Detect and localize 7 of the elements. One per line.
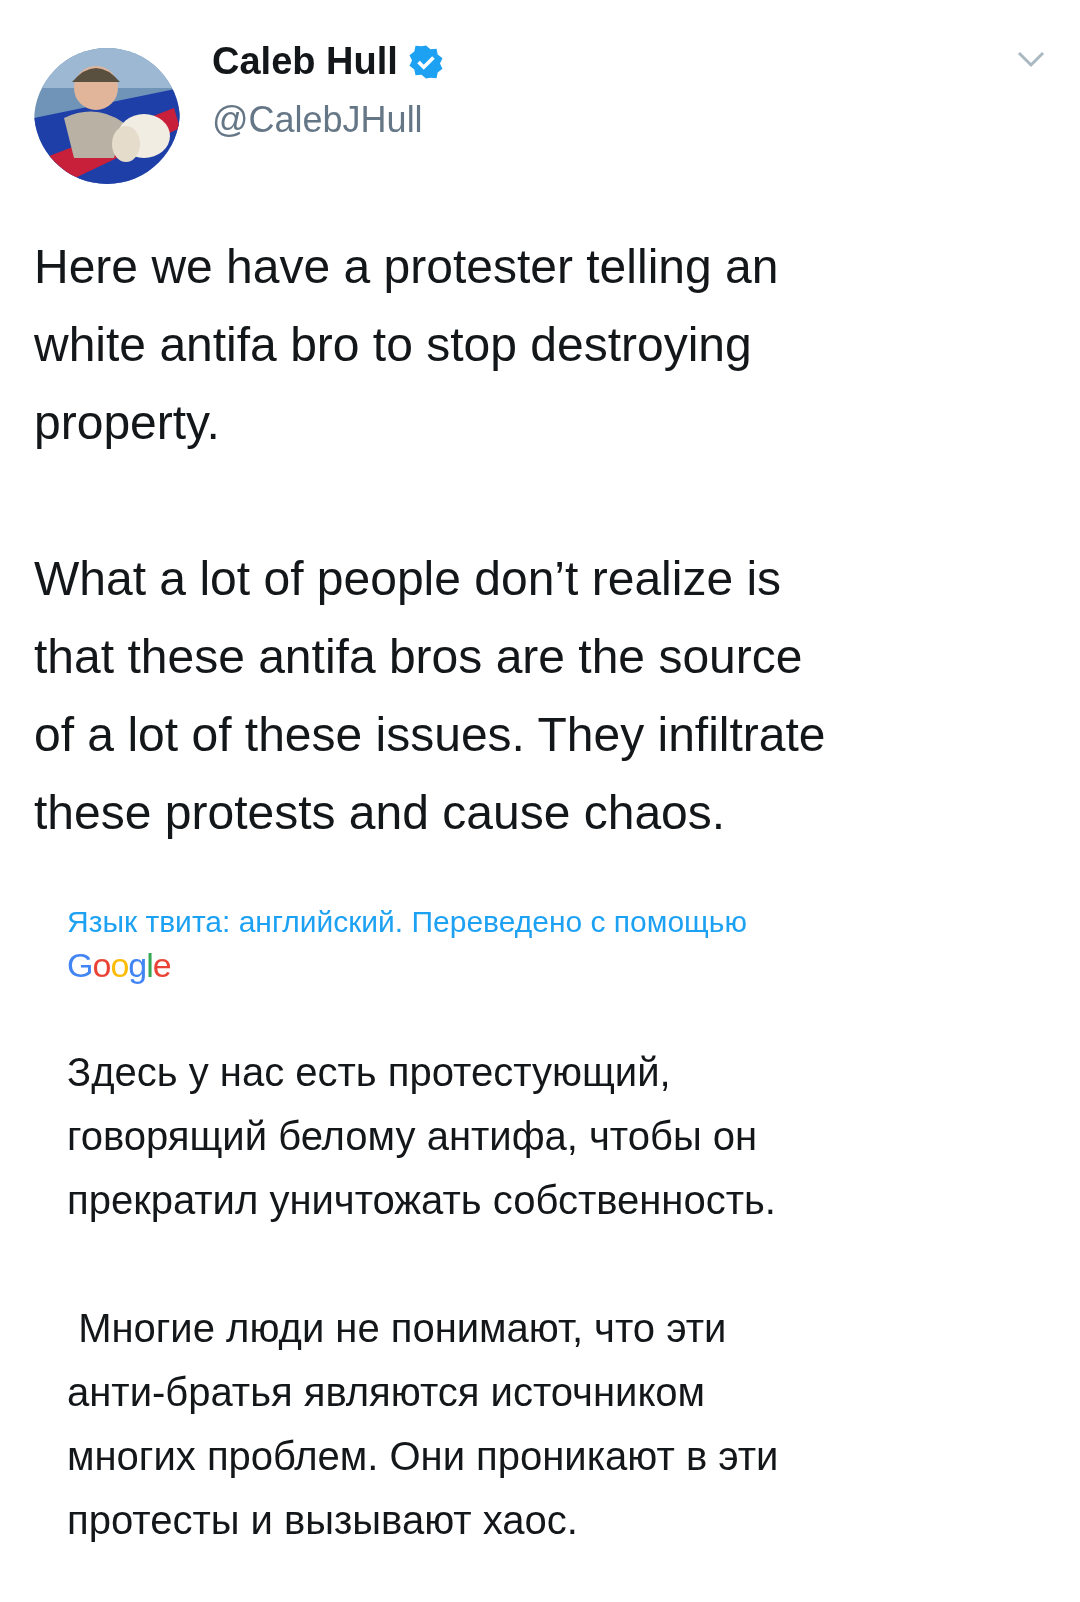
tweet-text: Here we have a protester telling an white antifa bro to stop destroying property. What a lot of people don’t realize is that these antifa bros are the source of a lot of these issues. They infiltrate these protests and cause chaos. [34, 239, 827, 841]
chevron-down-icon[interactable] [1016, 50, 1046, 68]
translated-text: Здесь у нас есть протестующий, говорящий белому антифа, чтобы он прекратил уничтожать собственность. Многие люди не понимают, что эти анти-братья являются источником многих проблем. Они проникают в эти протесты и вызывают хаос. [67, 1049, 780, 1544]
google-logo: Google [67, 945, 171, 986]
author-handle: @CalebJHull [212, 99, 424, 141]
author-name: Caleb Hull [212, 40, 398, 83]
translation-label: Язык твита: английский. Переведено с помощью [67, 904, 748, 940]
